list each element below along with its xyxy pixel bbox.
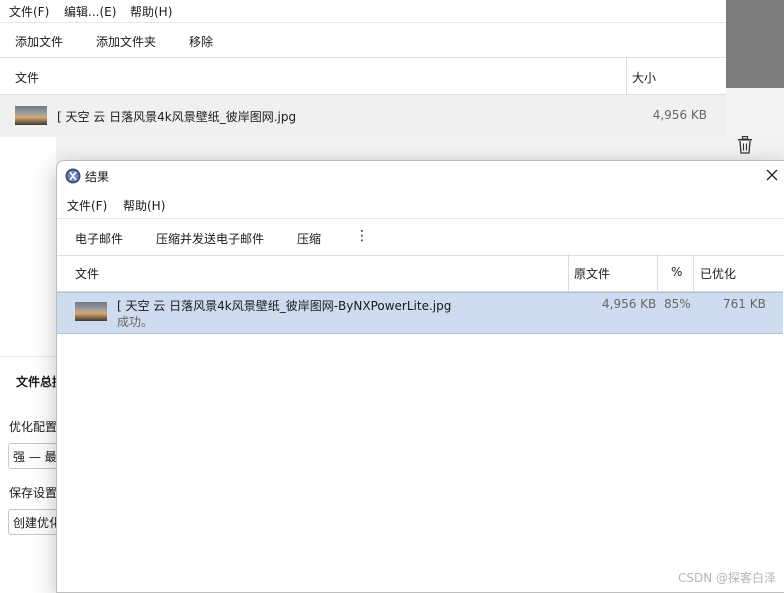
dialog-toolbar: 电子邮件 压缩并发送电子邮件 压缩 ⋮ xyxy=(57,218,784,256)
background-window-strip xyxy=(726,0,784,88)
column-file[interactable]: 文件 xyxy=(75,265,99,282)
file-name: [ 天空 云 日落风景4k风景壁纸_彼岸图网.jpg xyxy=(57,110,297,124)
add-folder-button[interactable]: 添加文件夹 xyxy=(96,33,156,50)
column-size[interactable]: 大小 xyxy=(632,69,656,86)
more-options-icon[interactable]: ⋮ xyxy=(355,228,369,244)
result-optimized-size: 761 KB xyxy=(723,297,766,311)
column-divider[interactable] xyxy=(657,254,658,291)
close-icon[interactable] xyxy=(765,168,779,182)
dialog-menu-file[interactable]: 文件(F) xyxy=(67,197,107,214)
column-optimized[interactable]: 已优化 xyxy=(700,265,736,282)
results-dialog: 结果 文件(F) 帮助(H) 电子邮件 压缩并发送电子邮件 压缩 ⋮ 文件 原文… xyxy=(56,160,784,593)
main-toolbar: 添加文件 添加文件夹 移除 xyxy=(0,23,726,58)
column-original[interactable]: 原文件 xyxy=(574,265,610,282)
file-row[interactable]: [ 天空 云 日落风景4k风景壁纸_彼岸图网.jpg 4,956 KB xyxy=(0,95,726,137)
zip-and-email-button[interactable]: 压缩并发送电子邮件 xyxy=(156,230,264,247)
zip-button[interactable]: 压缩 xyxy=(297,230,321,247)
main-menubar: 文件(F) 编辑...(E) 帮助(H) xyxy=(0,0,726,23)
dialog-menubar: 文件(F) 帮助(H) xyxy=(57,191,784,217)
result-row[interactable]: [ 天空 云 日落风景4k风景壁纸_彼岸图网-ByNXPowerLite.jpg… xyxy=(57,292,783,334)
save-value: 创建优化 xyxy=(13,516,62,530)
profile-label: 优化配置 xyxy=(9,420,58,434)
trash-icon[interactable] xyxy=(737,135,753,154)
column-divider[interactable] xyxy=(626,58,627,94)
dialog-title: 结果 xyxy=(85,170,110,184)
result-status: 成功。 xyxy=(117,315,154,329)
column-divider[interactable] xyxy=(693,254,694,291)
remove-button[interactable]: 移除 xyxy=(189,33,213,50)
menu-file[interactable]: 文件(F) xyxy=(9,3,49,20)
settings-panel: 文件总揽 优化配置 强 — 最 保存设置 创建优化 xyxy=(0,356,70,592)
column-divider[interactable] xyxy=(568,254,569,291)
result-original-size: 4,956 KB xyxy=(602,297,657,311)
file-list-header: 文件 大小 xyxy=(0,58,726,95)
save-label: 保存设置 xyxy=(9,486,58,500)
dialog-titlebar[interactable]: 结果 xyxy=(57,161,784,191)
app-logo-icon xyxy=(65,168,81,184)
column-percent[interactable]: % xyxy=(671,265,682,279)
result-percent: 85% xyxy=(664,297,691,311)
image-thumbnail xyxy=(75,302,107,321)
add-file-button[interactable]: 添加文件 xyxy=(15,33,63,50)
result-file-name: [ 天空 云 日落风景4k风景壁纸_彼岸图网-ByNXPowerLite.jpg xyxy=(117,299,452,313)
file-size: 4,956 KB xyxy=(652,108,707,122)
menu-help[interactable]: 帮助(H) xyxy=(130,3,172,20)
results-header: 文件 原文件 % 已优化 xyxy=(57,254,783,292)
profile-value: 强 — 最 xyxy=(13,450,57,464)
menu-edit[interactable]: 编辑...(E) xyxy=(64,3,116,20)
email-button[interactable]: 电子邮件 xyxy=(75,230,123,247)
dialog-menu-help[interactable]: 帮助(H) xyxy=(123,197,165,214)
watermark: CSDN @探客白泽 xyxy=(677,571,776,585)
column-file[interactable]: 文件 xyxy=(15,69,39,86)
image-thumbnail xyxy=(15,106,47,125)
